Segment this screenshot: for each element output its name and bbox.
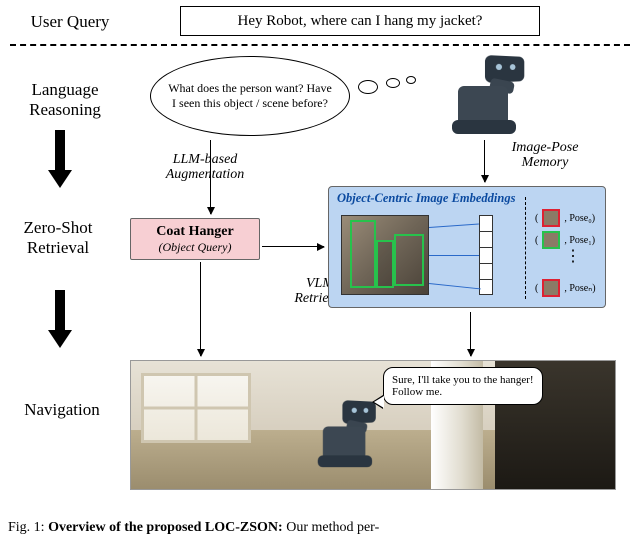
robot-reply-text: Sure, I'll take you to the hanger! Follo…	[392, 374, 534, 398]
arrow-query-to-nav	[200, 262, 201, 356]
caption-tail: Our method per-	[283, 520, 380, 535]
open-paren: (	[535, 213, 538, 224]
memory-divider	[525, 197, 526, 299]
embedding-vector	[479, 215, 493, 295]
arrow-query-to-memory	[262, 246, 324, 247]
stage-label-navigation: Navigation	[12, 400, 112, 420]
user-query-box: Hey Robot, where can I hang my jacket?	[180, 6, 540, 36]
thought-bubble-text: What does the person want? Have I seen t…	[167, 81, 333, 111]
stage-arrow	[50, 130, 70, 190]
pose-label: , Pose₀)	[564, 213, 595, 224]
user-query-label: User Query	[10, 12, 130, 32]
robot-icon	[318, 401, 395, 469]
embedding-link	[429, 283, 481, 289]
embedding-link	[429, 224, 479, 228]
memory-image	[341, 215, 429, 295]
pose-dots: ⋮	[565, 253, 581, 261]
object-query-title: Coat Hanger	[156, 224, 233, 240]
pose-thumbnail	[542, 209, 560, 227]
stage-label-zero-shot-retrieval: Zero-Shot Retrieval	[3, 218, 113, 259]
memory-box: Object-Centric Image Embeddings ( , Pose…	[328, 186, 606, 308]
open-paren: (	[535, 235, 538, 246]
pose-entry: ( , Poseₙ)	[535, 279, 596, 297]
caption-bold: Overview of the proposed LOC-ZSON:	[48, 520, 283, 535]
pose-thumbnail	[542, 279, 560, 297]
edge-label-image-pose-memory: Image-Pose Memory	[500, 140, 590, 171]
thought-bubble-dot	[406, 76, 416, 84]
caption-fignum: Fig. 1:	[8, 520, 48, 535]
object-query-box: Coat Hanger (Object Query)	[130, 218, 260, 260]
arrow-memory-to-nav	[470, 312, 471, 356]
robot-speech-bubble: Sure, I'll take you to the hanger! Follo…	[383, 367, 543, 405]
section-divider	[10, 44, 630, 46]
embedding-link	[429, 255, 479, 256]
robot-icon	[440, 56, 530, 136]
user-query-text: Hey Robot, where can I hang my jacket?	[238, 13, 483, 30]
pose-entry: ( , Pose₀)	[535, 209, 595, 227]
thought-bubble-dot	[386, 78, 400, 88]
navigation-scene: Sure, I'll take you to the hanger! Follo…	[130, 360, 616, 490]
detection-bbox	[350, 220, 376, 288]
arrow-thought-to-query	[210, 140, 211, 214]
pose-label: , Pose₁)	[564, 235, 595, 246]
arrow-robot-to-memory	[484, 140, 485, 182]
object-query-subtitle: (Object Query)	[159, 240, 232, 255]
edge-label-llm-augmentation: LLM-based Augmentation	[150, 152, 260, 183]
thought-bubble-dot	[358, 80, 378, 94]
pose-entry: ( , Pose₁)	[535, 231, 595, 249]
stage-label-language-reasoning: Language Reasoning	[10, 80, 120, 121]
thought-bubble: What does the person want? Have I seen t…	[150, 56, 350, 136]
pose-thumbnail	[542, 231, 560, 249]
scene-window	[141, 373, 251, 443]
stage-arrow	[50, 290, 70, 350]
open-paren: (	[535, 283, 538, 294]
detection-bbox	[376, 240, 394, 288]
pose-label: , Poseₙ)	[564, 283, 595, 294]
detection-bbox	[394, 234, 424, 286]
memory-title: Object-Centric Image Embeddings	[337, 191, 515, 206]
figure-caption: Fig. 1: Overview of the proposed LOC-ZSO…	[8, 520, 379, 536]
